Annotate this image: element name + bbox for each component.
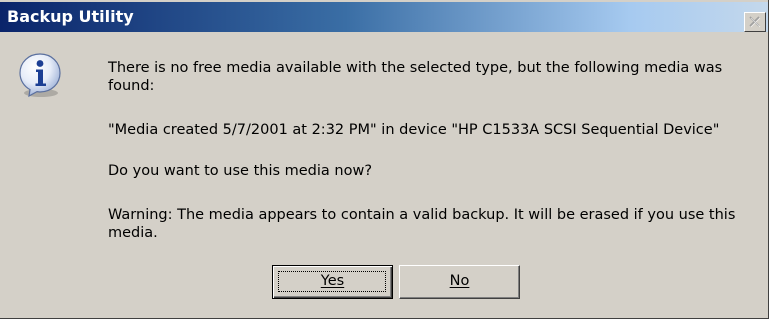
- close-icon: [749, 16, 761, 28]
- warning-line: Warning: The media appears to contain a …: [108, 207, 736, 223]
- message-line: found:: [108, 78, 155, 94]
- information-icon: [19, 53, 61, 98]
- media-device-line: "Media created 5/7/2001 at 2:32 PM" in d…: [108, 122, 720, 138]
- yes-button-label: Yes: [320, 273, 345, 289]
- yes-button[interactable]: Yes: [272, 265, 393, 299]
- no-button-label: No: [449, 273, 470, 289]
- close-button[interactable]: [744, 12, 766, 32]
- window-title: Backup Utility: [7, 7, 134, 26]
- question-line: Do you want to use this media now?: [108, 163, 373, 179]
- title-bar[interactable]: Backup Utility: [0, 2, 768, 32]
- backup-utility-dialog: Backup Utility There is no free media av…: [0, 0, 769, 319]
- message-line: There is no free media available with th…: [108, 60, 723, 76]
- no-button[interactable]: No: [399, 265, 520, 299]
- warning-line: media.: [108, 225, 158, 241]
